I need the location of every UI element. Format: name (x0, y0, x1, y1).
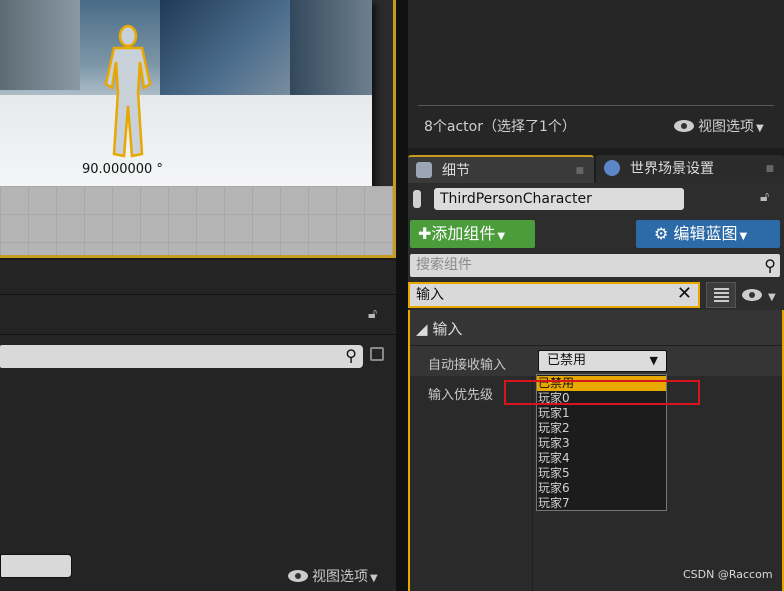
tab-world-settings[interactable]: 世界场景设置 ■ (596, 155, 784, 183)
chevron-down-icon: ▼ (739, 231, 748, 242)
world-outliner: 8个actor（选择了1个） 视图选项 ▼ (408, 0, 784, 148)
save-icon[interactable] (370, 347, 384, 361)
panel-splitter[interactable] (396, 0, 408, 591)
selected-character-mannequin[interactable] (100, 22, 156, 162)
level-viewport[interactable]: 90.000000 ° (0, 0, 396, 258)
menu-item[interactable]: 玩家5 (537, 466, 666, 481)
category-input[interactable]: ◢ 输入 (410, 310, 782, 346)
viewport-scene[interactable]: 90.000000 ° (0, 0, 372, 186)
divider (0, 294, 396, 295)
view-options-button[interactable]: 视图选项 ▼ (288, 566, 378, 586)
lock-icon[interactable]: 🔓︎ (760, 189, 769, 205)
eye-icon (674, 120, 694, 132)
menu-item[interactable]: 玩家2 (537, 421, 666, 436)
actor-icon (413, 190, 421, 208)
search-icon[interactable]: ⚲ (764, 254, 776, 277)
visibility-options-button[interactable]: ▼ (742, 289, 776, 304)
actor-name-field[interactable]: ThirdPersonCharacter (434, 188, 684, 210)
add-component-button[interactable]: ✚添加组件 ▼ (410, 220, 535, 248)
chevron-down-icon: ▼ (756, 123, 764, 134)
property-label: 自动接收输入 (428, 358, 507, 373)
globe-icon (604, 160, 620, 176)
filter-field[interactable] (0, 554, 72, 578)
edit-blueprint-button[interactable]: ⚙ 编辑蓝图 ▼ (636, 220, 780, 248)
menu-item[interactable]: 玩家3 (537, 436, 666, 451)
tab-details[interactable]: 细节 ■ (408, 155, 594, 183)
chevron-down-icon: ▼ (649, 354, 658, 367)
chevron-down-icon: ▼ (370, 573, 378, 584)
divider (418, 105, 774, 106)
search-input[interactable]: ⚲ (0, 345, 363, 368)
actor-count: 8个actor（选择了1个） (424, 119, 576, 135)
collapse-arrow-icon[interactable]: ◢ (416, 320, 428, 338)
gears-icon: ⚙ (654, 224, 669, 243)
view-options-button[interactable]: 视图选项 ▼ (674, 116, 764, 136)
details-icon (416, 162, 432, 178)
building (0, 0, 80, 90)
plus-icon: ✚ (418, 224, 432, 243)
menu-item[interactable]: 玩家1 (537, 406, 666, 421)
street (0, 95, 372, 186)
chevron-down-icon: ▼ (497, 231, 506, 242)
chevron-down-icon: ▼ (768, 292, 776, 303)
menu-item[interactable]: 玩家7 (537, 496, 666, 511)
divider (0, 334, 396, 335)
search-icon[interactable]: ⚲ (345, 346, 357, 365)
close-icon[interactable]: ■ (765, 155, 774, 183)
viewport-floor (0, 186, 393, 255)
watermark: CSDN @Raccom (683, 568, 773, 581)
property-filter-input[interactable]: 输入 ✕ (408, 282, 700, 308)
search-components-input[interactable]: 搜索组件 ⚲ (410, 254, 780, 277)
tab-bar: 细节 ■ 世界场景设置 ■ (408, 148, 784, 183)
building (160, 0, 290, 100)
close-icon[interactable]: ■ (575, 157, 584, 185)
rotation-readout: 90.000000 ° (82, 162, 163, 177)
eye-icon (288, 570, 308, 582)
property-matrix-button[interactable] (706, 282, 736, 308)
lock-icon[interactable]: 🔓︎ (368, 306, 377, 322)
menu-item[interactable]: 玩家6 (537, 481, 666, 496)
menu-item[interactable]: 玩家4 (537, 451, 666, 466)
content-browser-panel: 🔓︎ ⚲ 视图选项 ▼ (0, 260, 396, 591)
eye-icon (742, 289, 762, 301)
annotation-highlight-box (504, 380, 700, 405)
auto-receive-input-dropdown[interactable]: 已禁用 ▼ (538, 350, 667, 372)
property-label: 输入优先级 (428, 388, 494, 403)
clear-icon[interactable]: ✕ (677, 283, 692, 305)
building (290, 0, 372, 110)
